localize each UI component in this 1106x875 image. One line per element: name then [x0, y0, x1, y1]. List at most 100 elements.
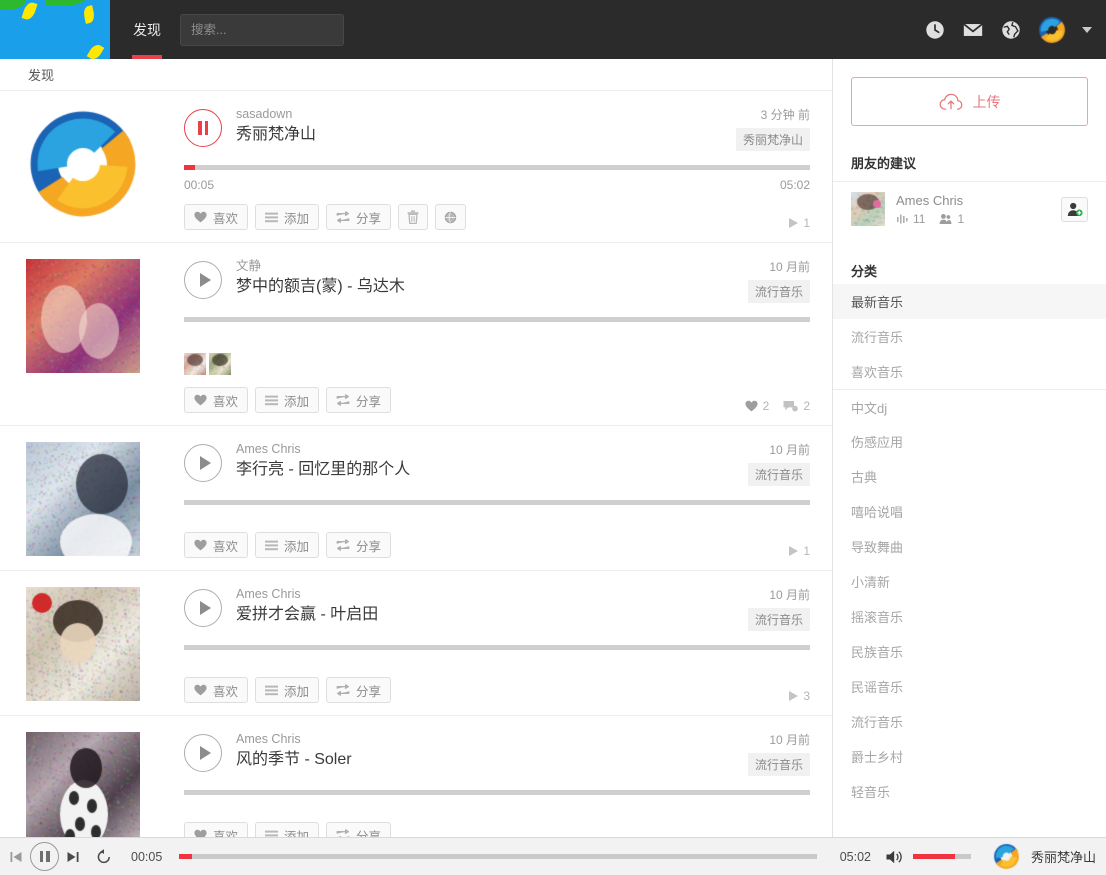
- friend-avatar[interactable]: [851, 192, 885, 226]
- play-button[interactable]: [184, 261, 222, 299]
- track-current-time: 00:05: [184, 178, 215, 192]
- track-genre-tag[interactable]: 秀丽梵净山: [735, 128, 810, 151]
- category-item[interactable]: 嘻哈说唱: [833, 494, 1106, 529]
- track-uploader[interactable]: 文静: [236, 259, 405, 274]
- track-waveform[interactable]: [184, 645, 810, 651]
- next-track-button[interactable]: [65, 849, 81, 865]
- share-button[interactable]: 分享: [326, 677, 392, 703]
- track-uploader[interactable]: Ames Chris: [236, 442, 410, 457]
- like-button[interactable]: 喜欢: [184, 204, 249, 230]
- track-cover[interactable]: [26, 587, 140, 701]
- friend-suggestion-item[interactable]: Ames Chris 11 1: [833, 182, 1106, 234]
- category-item[interactable]: 喜欢音乐: [833, 354, 1106, 389]
- volume-slider[interactable]: [912, 854, 971, 859]
- search-input[interactable]: [180, 13, 344, 46]
- player-track-thumbnail[interactable]: [992, 843, 1020, 870]
- share-button[interactable]: 分享: [326, 532, 392, 558]
- category-item[interactable]: 民谣音乐: [833, 669, 1106, 704]
- repost-icon: [336, 394, 350, 406]
- globe-icon[interactable]: [1000, 19, 1022, 41]
- waveform-background: [184, 790, 810, 795]
- track-actions: 喜欢 添加 分享 1: [184, 532, 810, 558]
- track-cover[interactable]: [26, 442, 140, 556]
- track-cover[interactable]: [26, 259, 140, 373]
- previous-track-button[interactable]: [8, 849, 24, 865]
- category-item-label: 流行音乐: [851, 715, 904, 730]
- track-genre-tag[interactable]: 流行音乐: [747, 608, 810, 631]
- repeat-button[interactable]: [95, 848, 113, 866]
- track-genre-tag[interactable]: 流行音乐: [747, 280, 810, 303]
- category-item[interactable]: 流行音乐: [833, 319, 1106, 354]
- track-uploader[interactable]: Ames Chris: [236, 587, 378, 602]
- repost-icon: [336, 829, 350, 837]
- category-item[interactable]: 摇滚音乐: [833, 599, 1106, 634]
- category-item[interactable]: 最新音乐: [833, 284, 1106, 319]
- delete-button[interactable]: [398, 204, 429, 230]
- play-button[interactable]: [184, 444, 222, 482]
- track-title[interactable]: 风的季节 - Soler: [236, 749, 352, 771]
- player-seek-bar[interactable]: [179, 854, 817, 859]
- category-item[interactable]: 小清新: [833, 564, 1106, 599]
- track-genre-tag[interactable]: 流行音乐: [747, 753, 810, 776]
- friends-heading: 朋友的建议: [851, 156, 917, 171]
- track-waveform[interactable]: [184, 790, 810, 796]
- add-button[interactable]: 添加: [255, 677, 320, 703]
- category-item-label: 小清新: [851, 575, 891, 590]
- track-waveform[interactable]: [184, 500, 810, 506]
- add-button[interactable]: 添加: [255, 532, 320, 558]
- track-title[interactable]: 李行亮 - 回忆里的那个人: [236, 459, 410, 481]
- play-button[interactable]: [184, 589, 222, 627]
- share-button[interactable]: 分享: [326, 822, 392, 837]
- category-item[interactable]: 古典: [833, 459, 1106, 494]
- speaker-icon: [886, 850, 902, 863]
- add-button[interactable]: 添加: [255, 387, 320, 413]
- category-item[interactable]: 民族音乐: [833, 634, 1106, 669]
- category-item-label: 流行音乐: [851, 330, 904, 345]
- liker-avatar[interactable]: [209, 353, 231, 375]
- tab-discover[interactable]: 发现: [124, 0, 170, 59]
- add-friend-button[interactable]: [1061, 196, 1088, 222]
- track-uploader[interactable]: Ames Chris: [236, 732, 352, 747]
- track-cover[interactable]: [26, 732, 140, 837]
- track-uploader[interactable]: sasadown: [236, 107, 316, 122]
- track-title[interactable]: 爱拼才会赢 - 叶启田: [236, 604, 378, 626]
- add-button[interactable]: 添加: [255, 204, 320, 230]
- track-waveform[interactable]: [184, 165, 810, 171]
- share-button-label: 分享: [356, 394, 382, 409]
- play-pause-button[interactable]: [30, 842, 59, 871]
- publish-button[interactable]: [435, 204, 467, 230]
- category-item[interactable]: 中文dj: [833, 389, 1106, 424]
- play-button[interactable]: [184, 734, 222, 772]
- like-button[interactable]: 喜欢: [184, 677, 249, 703]
- mail-icon[interactable]: [962, 19, 984, 41]
- track-waveform[interactable]: [184, 317, 810, 323]
- player-current-time: 00:05: [131, 849, 163, 864]
- category-item[interactable]: 爵士乡村: [833, 739, 1106, 774]
- like-button[interactable]: 喜欢: [184, 822, 249, 837]
- category-item[interactable]: 流行音乐: [833, 704, 1106, 739]
- liker-avatar[interactable]: [184, 353, 206, 375]
- track-cover[interactable]: [26, 107, 140, 221]
- add-button[interactable]: 添加: [255, 822, 320, 837]
- category-item[interactable]: 导致舞曲: [833, 529, 1106, 564]
- globe-small-icon: [444, 211, 457, 223]
- track-title[interactable]: 梦中的额吉(蒙) - 乌达木: [236, 276, 405, 298]
- like-button[interactable]: 喜欢: [184, 532, 249, 558]
- track-title[interactable]: 秀丽梵净山: [236, 124, 316, 146]
- share-button[interactable]: 分享: [326, 204, 392, 230]
- category-item[interactable]: 伤感应用: [833, 424, 1106, 459]
- upload-button[interactable]: 上传: [851, 77, 1088, 126]
- previous-icon: [10, 851, 22, 862]
- clock-icon[interactable]: [924, 19, 946, 41]
- share-button[interactable]: 分享: [326, 387, 392, 413]
- user-avatar-logo[interactable]: [1038, 15, 1066, 44]
- volume-button[interactable]: [885, 848, 905, 866]
- pause-button[interactable]: [184, 109, 222, 147]
- category-item[interactable]: 轻音乐: [833, 774, 1106, 809]
- chevron-down-icon[interactable]: [1082, 26, 1092, 33]
- category-item-label: 喜欢音乐: [851, 365, 904, 380]
- like-button[interactable]: 喜欢: [184, 387, 249, 413]
- track-actions: 喜欢 添加 分享 2 2: [184, 387, 810, 413]
- category-item-label: 伤感应用: [851, 435, 904, 450]
- track-genre-tag[interactable]: 流行音乐: [747, 463, 810, 486]
